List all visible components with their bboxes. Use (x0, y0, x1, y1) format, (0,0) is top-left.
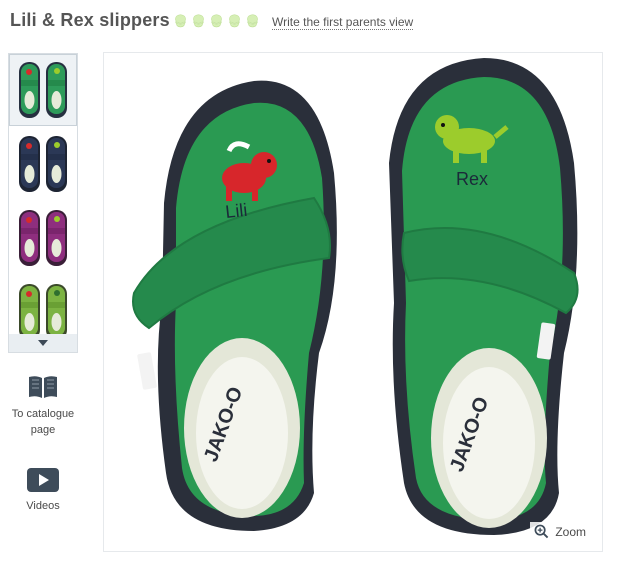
zoom-button[interactable]: Zoom (530, 522, 590, 541)
slippers-photo: Lili JAKO-O Rex JAKO-O (132, 58, 579, 535)
open-book-icon (29, 376, 57, 398)
slipper-thumbnail-image (19, 210, 67, 266)
slipper-thumbnail-image (19, 62, 67, 118)
play-icon (27, 468, 59, 492)
thumbnail-navy[interactable] (9, 128, 77, 200)
thumbnail-gallery (8, 53, 78, 353)
left-slipper: Lili JAKO-O (132, 80, 337, 532)
write-review-link[interactable]: Write the first parents view (272, 15, 414, 30)
zoom-label: Zoom (555, 524, 586, 539)
zoom-in-icon (534, 524, 549, 539)
slipper-thumbnail-image (19, 136, 67, 192)
left-dog-text: Lili (224, 200, 248, 222)
thumbnail-purple[interactable] (9, 202, 77, 274)
rating-icon[interactable] (208, 13, 225, 30)
catalogue-page-label: To catalogue page (11, 408, 75, 436)
rating-icon[interactable] (226, 13, 243, 30)
videos-button[interactable]: Videos (0, 468, 86, 514)
main-product-image[interactable]: Lili JAKO-O Rex JAKO-O Zoom (103, 52, 603, 552)
thumbnail-scroll-down-button[interactable] (9, 334, 77, 352)
product-title: Lili & Rex slippers (10, 10, 170, 30)
thumbnail-green[interactable] (9, 54, 77, 126)
catalogue-page-button[interactable]: To catalogue page (0, 374, 86, 438)
right-dog-text: Rex (456, 169, 488, 189)
rating-icon[interactable] (244, 13, 261, 30)
right-slipper: Rex JAKO-O (389, 58, 579, 535)
rating-icon[interactable] (172, 13, 189, 30)
videos-label: Videos (26, 500, 60, 512)
rating-stars[interactable] (172, 13, 261, 30)
rating-icon[interactable] (190, 13, 207, 30)
chevron-down-icon (38, 340, 48, 346)
